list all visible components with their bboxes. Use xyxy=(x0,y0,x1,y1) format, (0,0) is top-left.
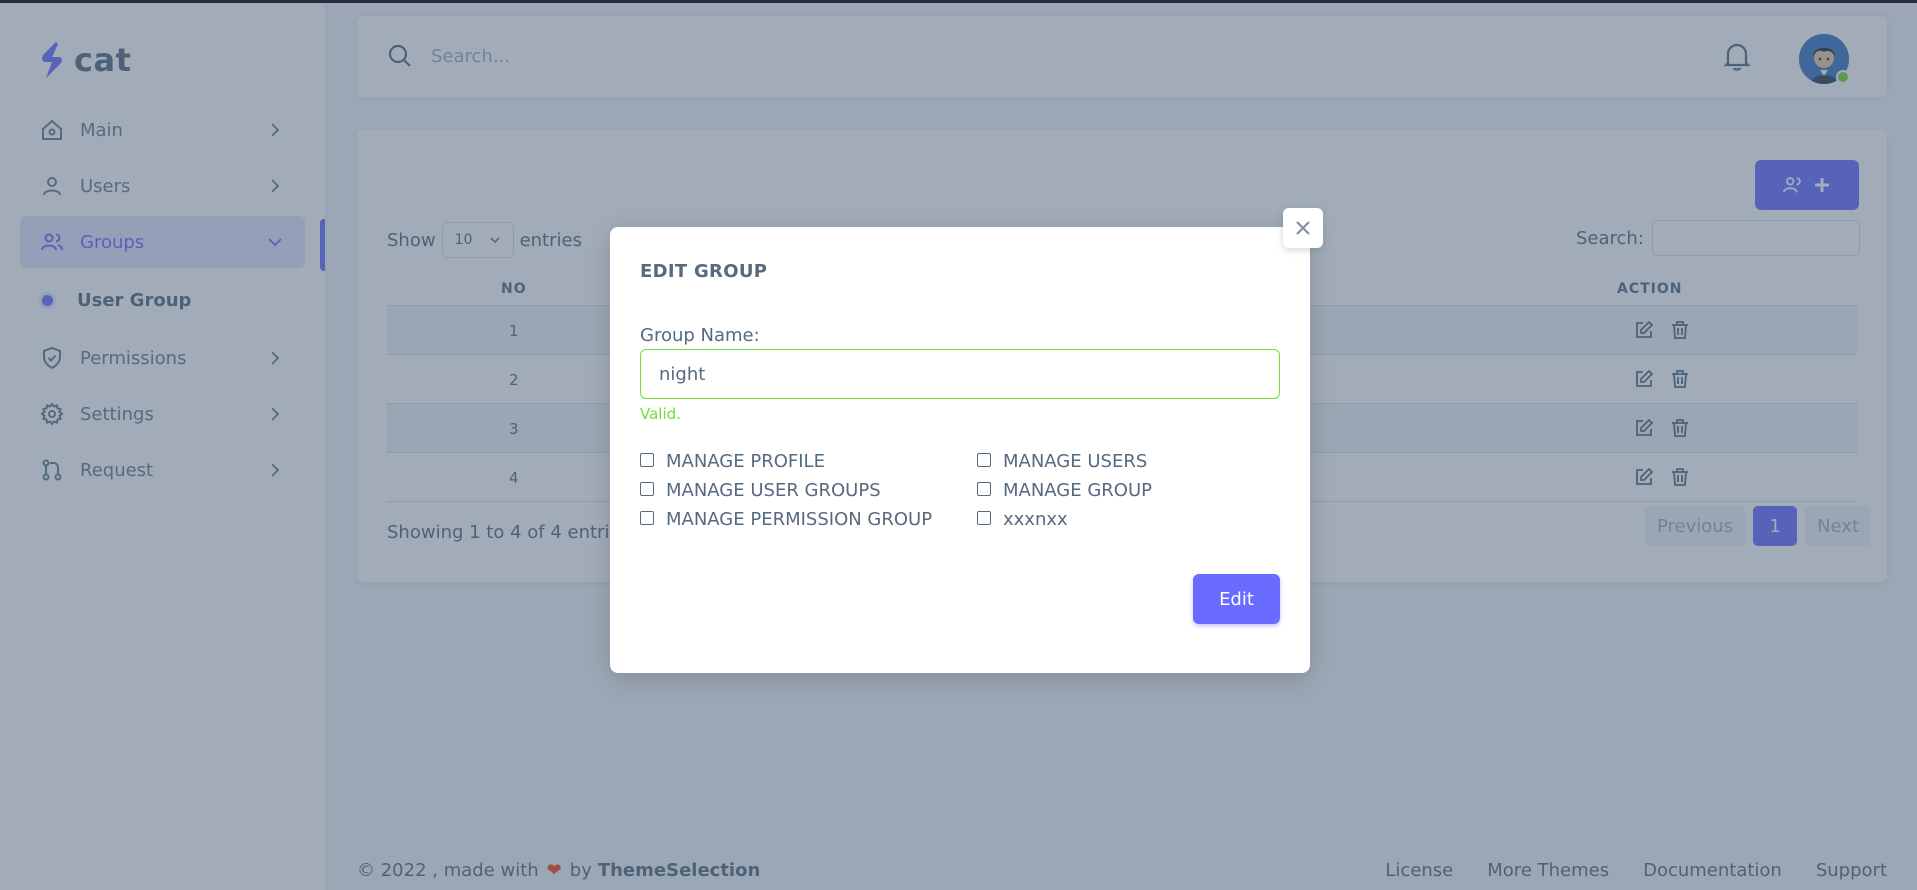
permission-checkbox-manage-group[interactable]: MANAGE GROUP xyxy=(977,480,1152,501)
checkbox[interactable] xyxy=(977,452,991,467)
permission-checkbox-manage-users[interactable]: MANAGE USERS xyxy=(977,451,1147,472)
permission-label: MANAGE USER GROUPS xyxy=(666,480,881,501)
validation-message: Valid. xyxy=(640,405,681,423)
checkbox[interactable] xyxy=(640,481,654,496)
permission-label: MANAGE GROUP xyxy=(1003,480,1153,501)
permission-label: MANAGE PERMISSION GROUP xyxy=(666,509,933,530)
edit-group-modal: EDIT GROUP Group Name: Valid. MANAGE PRO… xyxy=(610,208,1323,673)
permission-checkbox-manage-user-groups[interactable]: MANAGE USER GROUPS xyxy=(640,480,881,501)
checkbox[interactable] xyxy=(640,452,654,467)
permission-label: MANAGE USERS xyxy=(1003,451,1148,472)
modal-title: EDIT GROUP xyxy=(640,261,768,282)
permission-label: xxxnxx xyxy=(1003,509,1068,530)
group-name-label: Group Name: xyxy=(640,325,760,346)
close-button[interactable] xyxy=(1283,208,1323,248)
group-name-input[interactable] xyxy=(640,349,1280,399)
close-icon xyxy=(1296,221,1310,235)
permission-checkbox-xxxnxx[interactable]: xxxnxx xyxy=(977,509,1068,530)
permission-label: MANAGE PROFILE xyxy=(666,451,825,472)
permission-checkbox-manage-permission-group[interactable]: MANAGE PERMISSION GROUP xyxy=(640,509,932,530)
checkbox[interactable] xyxy=(977,481,991,496)
checkbox[interactable] xyxy=(977,510,991,525)
permission-checkbox-manage-profile[interactable]: MANAGE PROFILE xyxy=(640,451,825,472)
checkbox[interactable] xyxy=(640,510,654,525)
top-border xyxy=(0,0,1917,3)
edit-submit-button[interactable]: Edit xyxy=(1193,574,1280,624)
